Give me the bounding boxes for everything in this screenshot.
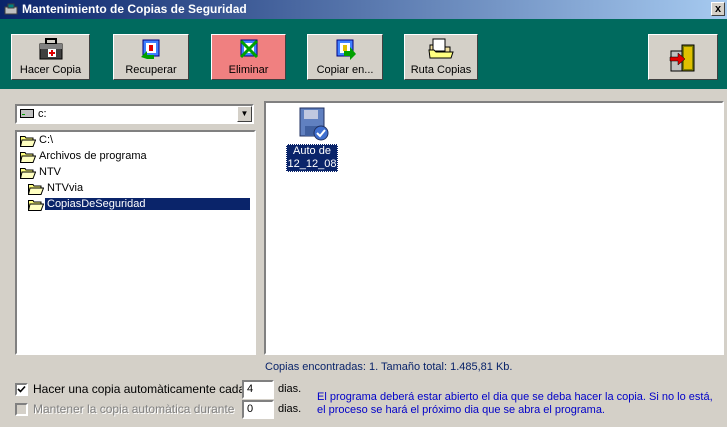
file-item[interactable]: Auto de 12_12_08 [280,106,342,176]
recover-icon [141,39,160,59]
drive-select[interactable]: c: ▼ [15,104,254,124]
keep-copy-checkbox[interactable] [15,403,28,416]
copy-to-icon [336,39,356,60]
drive-select-value: c: [38,108,47,120]
summary-text: Copias encontradas: 1. Tamaño total: 1.4… [265,361,513,373]
auto-copy-checkbox[interactable] [15,383,28,396]
chevron-down-icon[interactable]: ▼ [237,106,252,122]
checkmark-icon [17,385,26,393]
copiar-en-label: Copiar en... [316,64,374,76]
keep-copy-label: Mantener la copia automàtica durante [33,402,235,416]
exit-door-icon [669,44,695,72]
folder-open-icon [20,168,36,179]
toolbar: Hacer Copia Recuperar Eliminar Copiar en… [0,19,727,89]
open-folder-icon [428,38,454,59]
recuperar-label: Recuperar [125,64,177,76]
close-button[interactable]: x [711,2,725,16]
delete-icon [239,39,258,59]
tree-node-selected[interactable]: CopiasDeSeguridad [28,197,250,213]
exit-button[interactable] [648,34,718,80]
window-title: Mantenimiento de Copias de Seguridad [22,2,247,16]
recuperar-button[interactable]: Recuperar [113,34,189,80]
eliminar-label: Eliminar [228,64,269,76]
auto-copy-days-input[interactable]: 4 [242,380,274,399]
backup-file-list: Auto de 12_12_08 [264,101,724,355]
tree-node-label: CopiasDeSeguridad [45,198,250,210]
folder-open-icon [20,136,36,147]
auto-copy-label: Hacer una copia automàticamente cada [33,382,246,396]
ruta-copias-button[interactable]: Ruta Copias [404,34,478,80]
auto-copy-unit: dias. [278,383,302,395]
file-item-label: Auto de 12_12_08 [286,144,338,172]
hacer-copia-button[interactable]: Hacer Copia [11,34,90,80]
hacer-copia-label: Hacer Copia [19,64,82,76]
copiar-en-button[interactable]: Copiar en... [307,34,383,80]
hard-drive-icon [20,109,34,118]
tree-node-label: NTVvia [47,182,84,194]
tree-node-label: Archivos de programa [39,150,147,162]
keep-copy-days-input[interactable]: 0 [242,400,274,419]
keep-copy-unit: dias. [278,403,302,415]
folder-open-icon [28,184,44,195]
info-note: El programa deberá estar abierto el dia … [317,391,713,416]
folder-open-icon [28,200,44,211]
backup-disk-icon [299,107,329,141]
eliminar-button[interactable]: Eliminar [211,34,286,80]
ruta-copias-label: Ruta Copias [410,64,472,76]
folder-tree: C:\ Archivos de programa NTV NTVvia Copi… [15,130,256,355]
tree-node-label: C:\ [39,134,54,146]
first-aid-kit-icon [39,38,62,60]
app-icon [4,3,18,15]
title-bar: Mantenimiento de Copias de Seguridad x [0,0,727,19]
folder-open-icon [20,152,36,163]
backup-maintenance-window: Mantenimiento de Copias de Seguridad x H… [0,0,727,427]
tree-node-label: NTV [39,166,61,178]
